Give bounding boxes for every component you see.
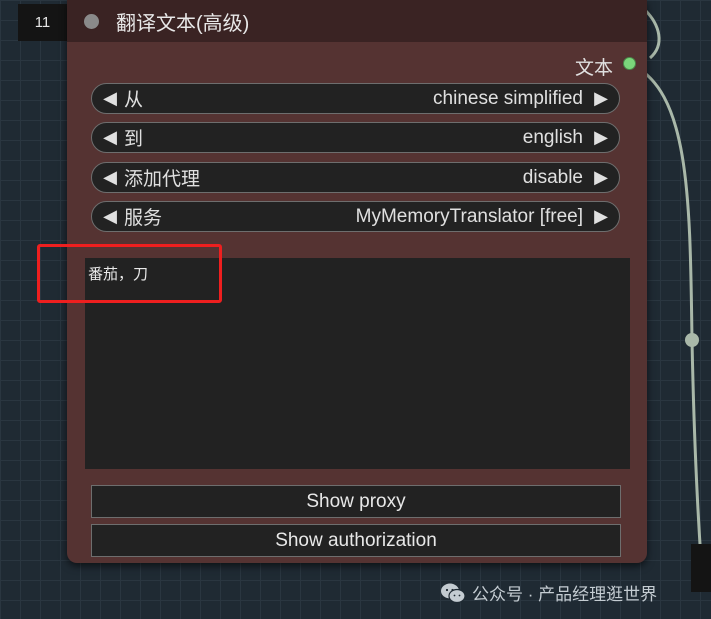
show-authorization-button[interactable]: Show authorization: [91, 524, 621, 557]
arrow-left-icon[interactable]: ◀: [98, 127, 122, 148]
widget-label: 到: [124, 129, 144, 150]
widget-value[interactable]: chinese simplified: [143, 88, 589, 110]
wire-reroute-dot: [685, 333, 699, 347]
adjacent-node-edge: [691, 544, 711, 592]
arrow-left-icon[interactable]: ◀: [98, 167, 122, 188]
node-id-badge: 11: [18, 4, 67, 41]
widget-add-proxy[interactable]: ◀ 添加代理 disable ▶: [91, 162, 620, 193]
widget-value[interactable]: MyMemoryTranslator [free]: [162, 206, 589, 228]
watermark: 公众号 · 产品经理逛世界: [440, 580, 657, 605]
widget-label: 添加代理: [124, 169, 201, 190]
collapse-dot-icon[interactable]: [84, 13, 99, 29]
highlight-annotation-box: [37, 244, 222, 303]
widget-value[interactable]: disable: [200, 167, 589, 189]
widget-label: 服务: [124, 208, 163, 229]
arrow-right-icon[interactable]: ▶: [589, 127, 613, 148]
arrow-right-icon[interactable]: ▶: [589, 88, 613, 109]
arrow-right-icon[interactable]: ▶: [589, 167, 613, 188]
output-slot-icon[interactable]: [623, 57, 636, 70]
node-title: 翻译文本(高级): [116, 12, 250, 35]
node-header[interactable]: 翻译文本(高级): [67, 0, 647, 42]
widget-value[interactable]: english: [143, 127, 589, 149]
widget-label: 从: [124, 90, 144, 111]
arrow-left-icon[interactable]: ◀: [98, 88, 122, 109]
widget-from-language[interactable]: ◀ 从 chinese simplified ▶: [91, 83, 620, 114]
watermark-text: 公众号 · 产品经理逛世界: [472, 585, 658, 604]
widget-to-language[interactable]: ◀ 到 english ▶: [91, 122, 620, 153]
arrow-left-icon[interactable]: ◀: [98, 206, 122, 227]
wechat-icon: [441, 583, 466, 603]
widget-service[interactable]: ◀ 服务 MyMemoryTranslator [free] ▶: [91, 201, 620, 232]
arrow-right-icon[interactable]: ▶: [589, 206, 613, 227]
output-label: 文本: [574, 58, 613, 79]
show-proxy-button[interactable]: Show proxy: [91, 485, 621, 518]
